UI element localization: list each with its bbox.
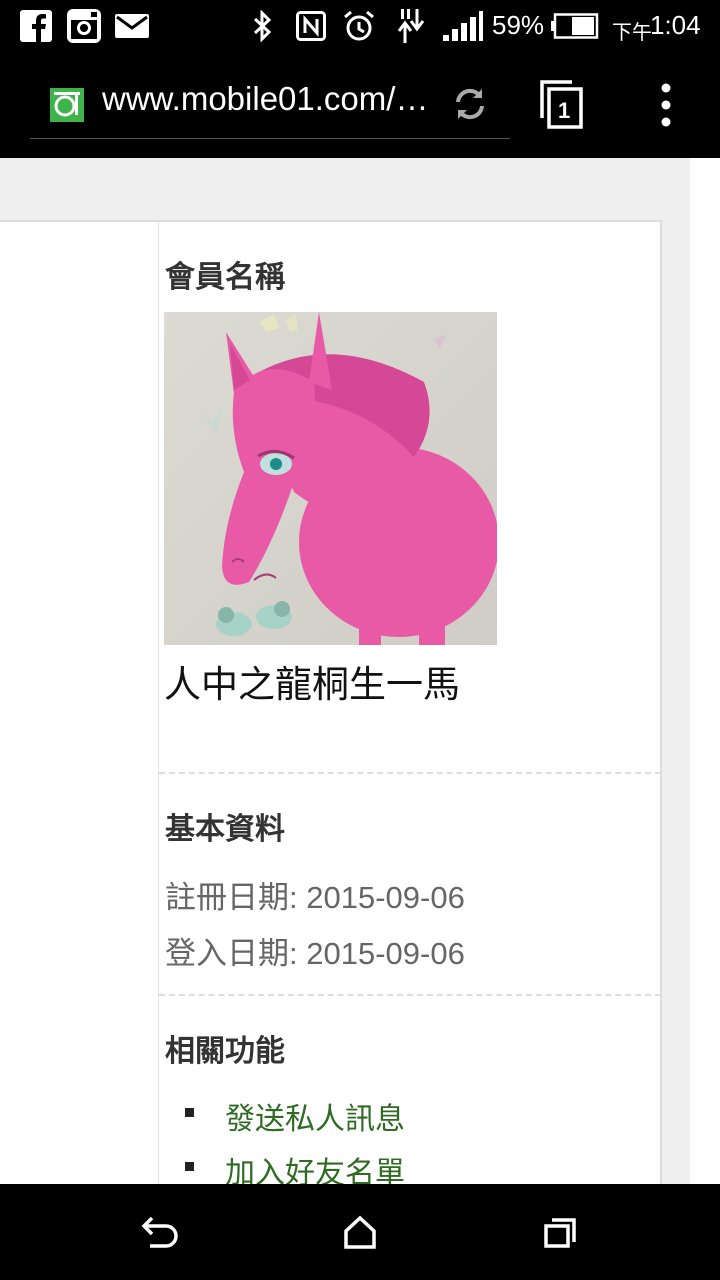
bullet <box>185 1162 194 1171</box>
send-private-message-label[interactable]: 發送私人訊息 <box>225 1094 405 1138</box>
profile-card: 會員名稱 人中之龍桐生一馬 基本資料 註冊日期: 2015-09-06 登入日期… <box>0 220 662 1184</box>
overflow-menu-icon[interactable] <box>656 82 676 128</box>
add-friend-link[interactable]: 加入好友名單 <box>159 1148 639 1184</box>
member-name-heading: 會員名稱 <box>165 260 285 295</box>
register-date-label: 註冊日期: <box>165 880 298 915</box>
recents-icon[interactable] <box>530 1204 590 1260</box>
section-divider <box>159 994 661 996</box>
tabs-icon[interactable]: 1 <box>540 80 584 130</box>
login-date-label: 登入日期: <box>165 936 298 971</box>
basic-info-heading: 基本資料 <box>165 812 285 847</box>
browser-toolbar: www.mobile01.com/… 1 <box>0 52 720 158</box>
web-page: 會員名稱 人中之龍桐生一馬 基本資料 註冊日期: 2015-09-06 登入日期… <box>0 158 720 1184</box>
data-transfer-icon <box>394 8 428 44</box>
battery-icon <box>550 8 600 44</box>
system-nav-bar <box>0 1184 720 1280</box>
functions-heading: 相關功能 <box>165 1034 285 1069</box>
register-date-value: 2015-09-06 <box>306 880 465 915</box>
facebook-icon <box>18 8 54 44</box>
time-prefix: 下午 <box>612 22 652 44</box>
mail-icon <box>114 8 150 44</box>
username: 人中之龍桐生一馬 <box>164 663 460 706</box>
send-private-message-link[interactable]: 發送私人訊息 <box>159 1094 639 1137</box>
status-bar: 59% 下午 1:04 <box>0 0 720 52</box>
profile-column: 會員名稱 人中之龍桐生一馬 基本資料 註冊日期: 2015-09-06 登入日期… <box>158 222 661 1184</box>
reload-icon[interactable] <box>448 82 492 126</box>
avatar[interactable] <box>164 312 499 645</box>
clock: 1:04 <box>650 10 701 40</box>
register-date-row: 註冊日期: 2015-09-06 <box>165 872 465 917</box>
tab-count: 1 <box>558 98 571 123</box>
url-field[interactable]: www.mobile01.com/… <box>102 80 428 118</box>
battery-percent: 59% <box>492 10 545 40</box>
alarm-icon <box>340 8 378 44</box>
nfc-icon <box>294 8 328 44</box>
add-friend-label[interactable]: 加入好友名單 <box>225 1148 405 1184</box>
instagram-icon <box>64 8 104 44</box>
bluetooth-icon <box>248 8 276 44</box>
url-underline <box>30 138 510 139</box>
home-icon[interactable] <box>330 1204 390 1260</box>
login-date-row: 登入日期: 2015-09-06 <box>165 928 465 973</box>
page-gutter <box>690 158 720 1184</box>
back-icon[interactable] <box>130 1204 190 1260</box>
bullet <box>185 1108 194 1117</box>
login-date-value: 2015-09-06 <box>306 936 465 971</box>
site-favicon-icon <box>50 88 84 122</box>
signal-icon <box>442 8 484 44</box>
section-divider <box>159 772 661 774</box>
